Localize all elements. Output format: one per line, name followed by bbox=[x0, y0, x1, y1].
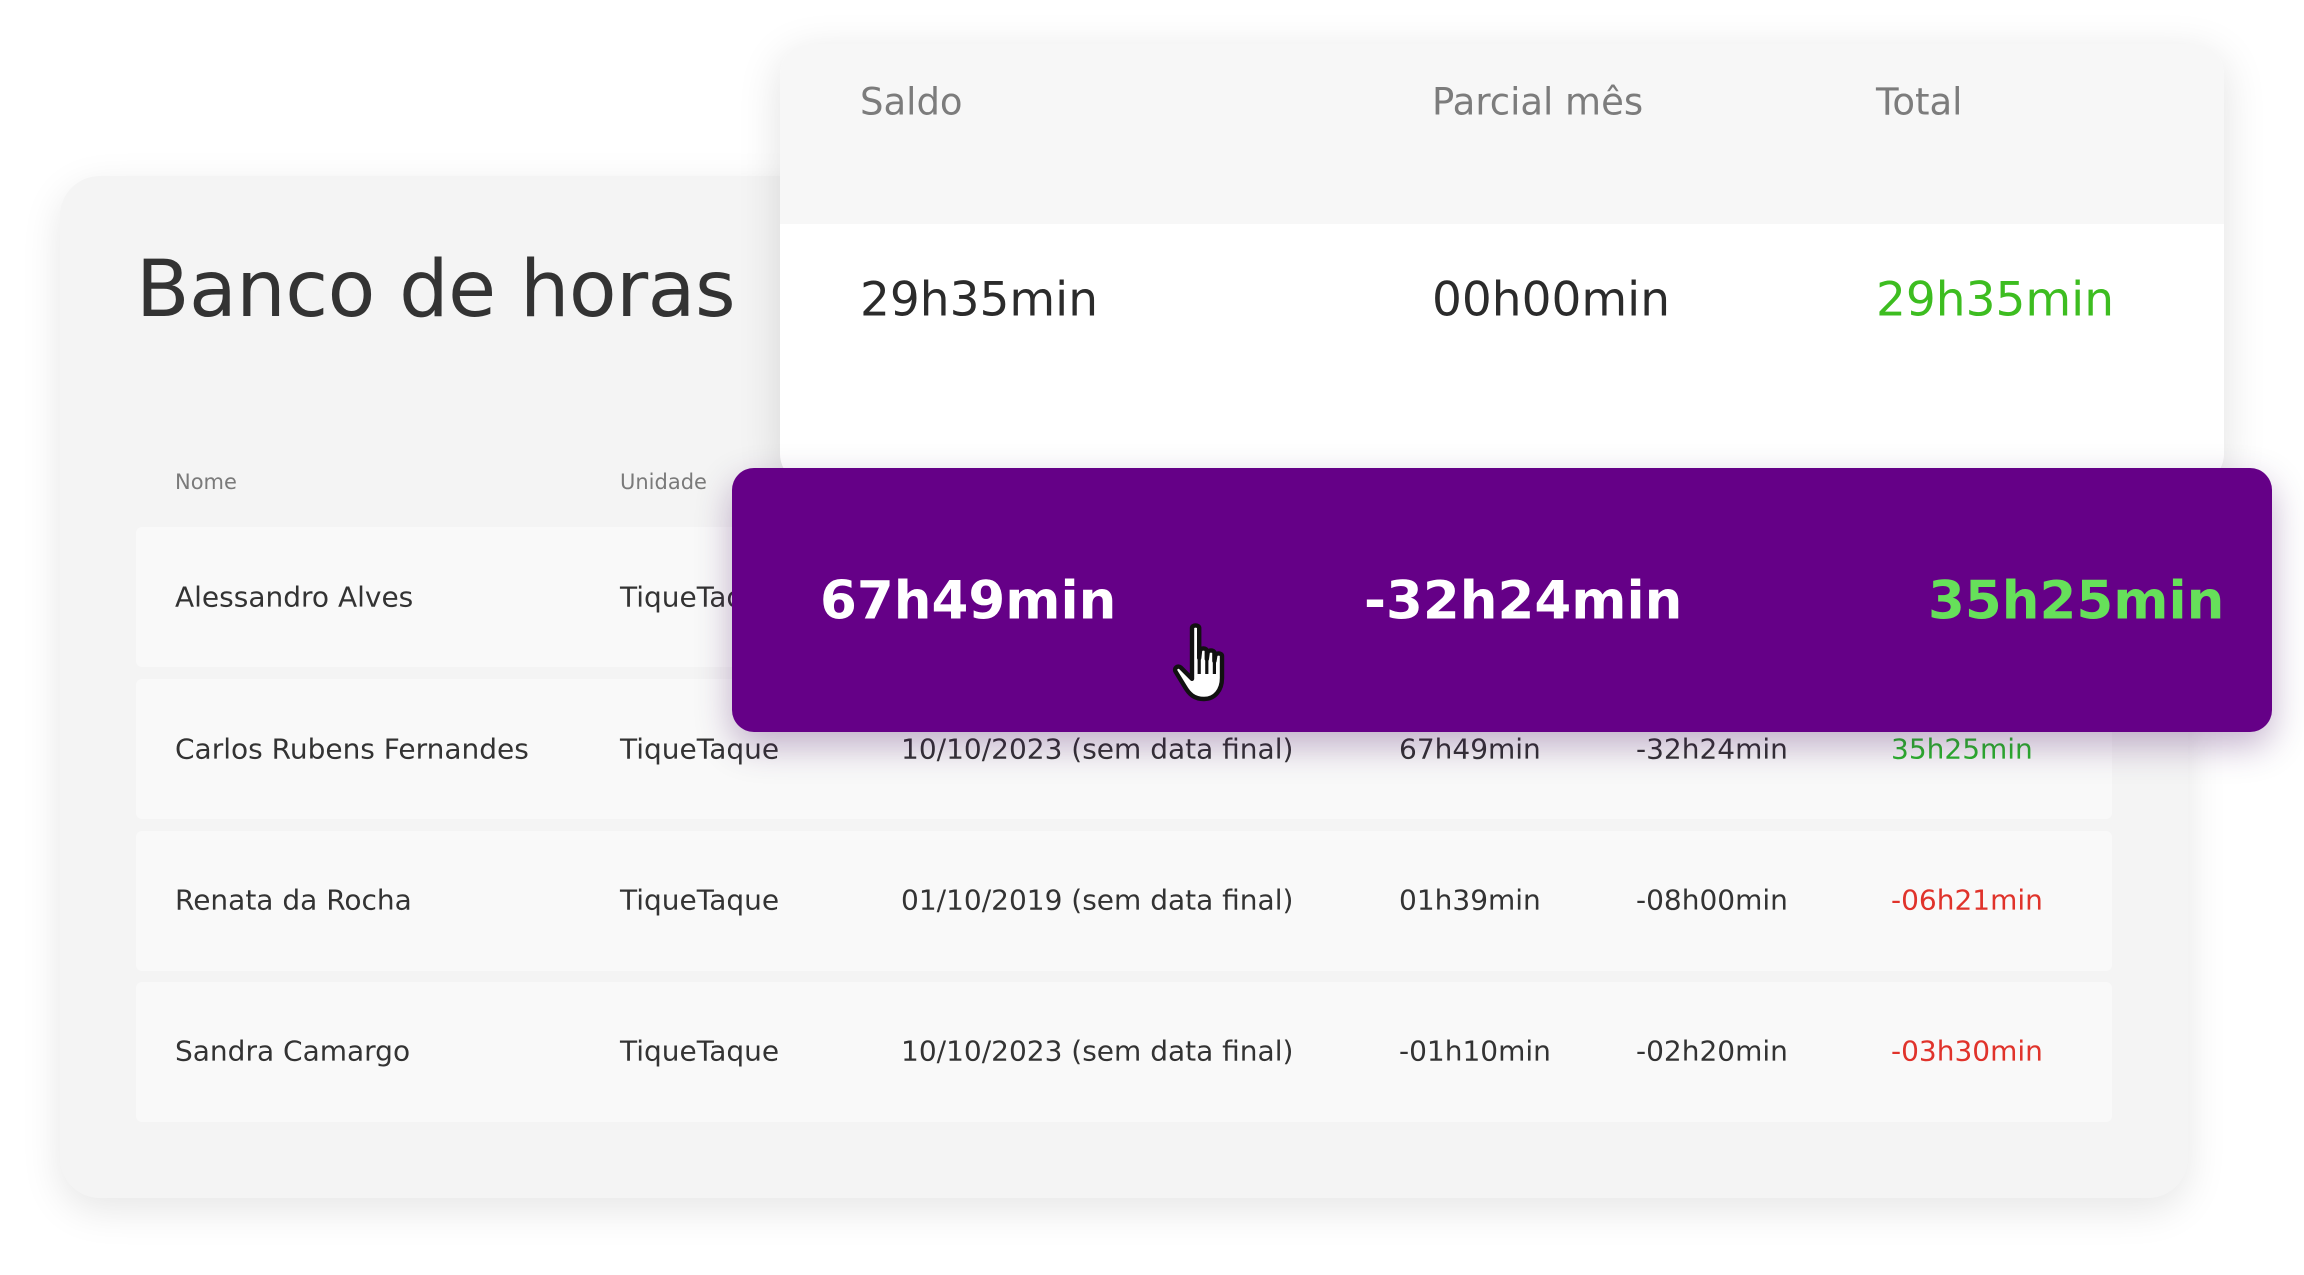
row-unidade: TiqueTaque bbox=[620, 1034, 780, 1068]
summary-card-header bbox=[780, 44, 2224, 224]
page-title: Banco de horas bbox=[136, 245, 736, 335]
row-periodo: 10/10/2023 (sem data final) bbox=[901, 1034, 1294, 1068]
row-saldo: 67h49min bbox=[1399, 732, 1541, 766]
hand-pointer-icon bbox=[1172, 623, 1225, 702]
summary-value-total: 29h35min bbox=[1876, 272, 2115, 328]
row-saldo: 01h39min bbox=[1399, 883, 1541, 917]
highlight-parcial: -32h24min bbox=[1364, 570, 1683, 632]
summary-value-saldo: 29h35min bbox=[860, 272, 1099, 328]
row-parcial: -02h20min bbox=[1636, 1034, 1788, 1068]
row-parcial: -32h24min bbox=[1636, 732, 1788, 766]
row-periodo: 01/10/2019 (sem data final) bbox=[901, 883, 1294, 917]
summary-header-saldo: Saldo bbox=[860, 80, 963, 124]
row-nome: Renata da Rocha bbox=[175, 883, 412, 917]
highlight-saldo: 67h49min bbox=[820, 570, 1117, 632]
summary-header-parcial: Parcial mês bbox=[1432, 80, 1644, 124]
row-nome: Alessandro Alves bbox=[175, 580, 414, 614]
highlight-total: 35h25min bbox=[1928, 570, 2225, 632]
column-header-unidade[interactable]: Unidade bbox=[620, 470, 707, 494]
row-total: -03h30min bbox=[1891, 1034, 2043, 1068]
row-total: 35h25min bbox=[1891, 732, 2033, 766]
row-nome: Sandra Camargo bbox=[175, 1034, 411, 1068]
row-nome: Carlos Rubens Fernandes bbox=[175, 732, 529, 766]
row-periodo: 10/10/2023 (sem data final) bbox=[901, 732, 1294, 766]
row-unidade: TiqueTaque bbox=[620, 732, 780, 766]
row-total: -06h21min bbox=[1891, 883, 2043, 917]
row-parcial: -08h00min bbox=[1636, 883, 1788, 917]
row-unidade: TiqueTaque bbox=[620, 883, 780, 917]
row-saldo: -01h10min bbox=[1399, 1034, 1551, 1068]
summary-value-parcial: 00h00min bbox=[1432, 272, 1671, 328]
column-header-nome[interactable]: Nome bbox=[175, 470, 237, 494]
summary-header-total: Total bbox=[1876, 80, 1963, 124]
